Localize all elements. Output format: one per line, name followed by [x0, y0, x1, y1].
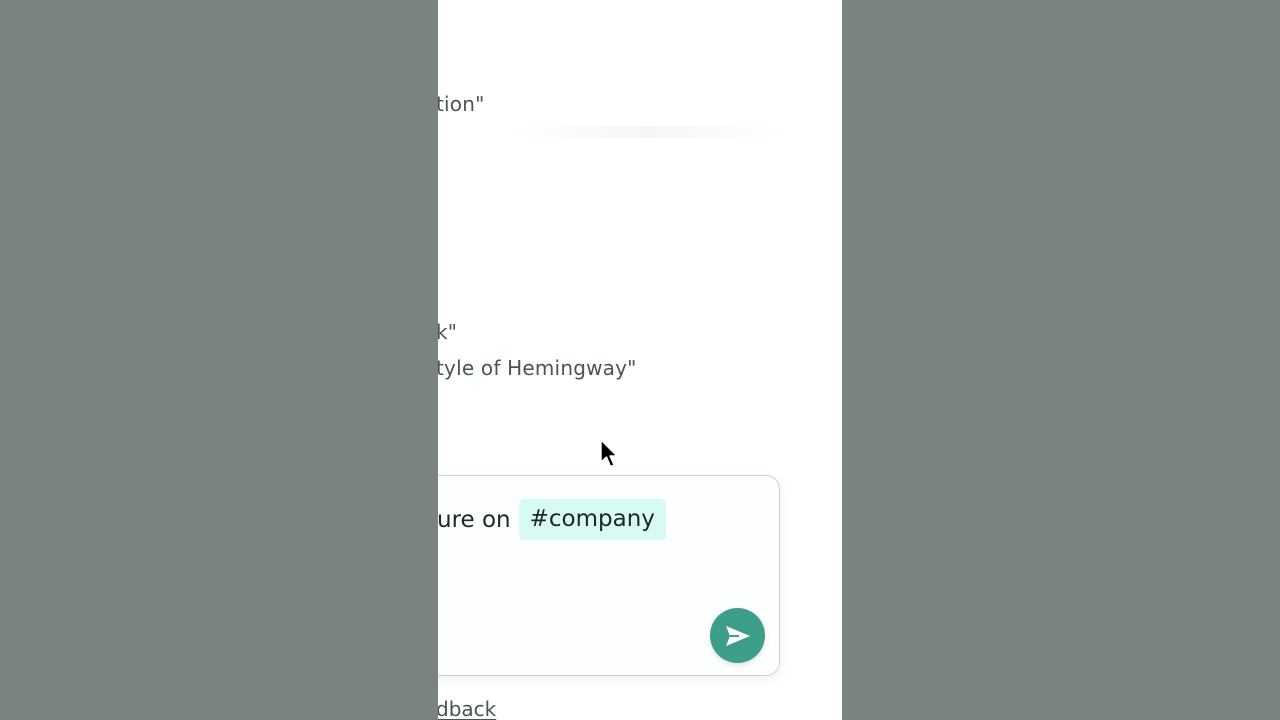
example-prompt-2[interactable]: k": [438, 320, 457, 344]
example-prompt-3[interactable]: tyle of Hemingway": [438, 356, 637, 380]
feedback-link[interactable]: dback: [438, 697, 496, 720]
faint-divider: [508, 126, 788, 138]
composer-text: ure on: [438, 506, 511, 533]
company-tag-chip[interactable]: #company: [518, 499, 666, 540]
send-arrow-icon: [725, 625, 750, 646]
send-button[interactable]: [710, 608, 765, 663]
composer-content[interactable]: ure on #company: [438, 499, 666, 540]
app-panel: tion" k" tyle of Hemingway" ure on #comp…: [438, 0, 842, 720]
example-prompt-1[interactable]: tion": [438, 92, 485, 116]
